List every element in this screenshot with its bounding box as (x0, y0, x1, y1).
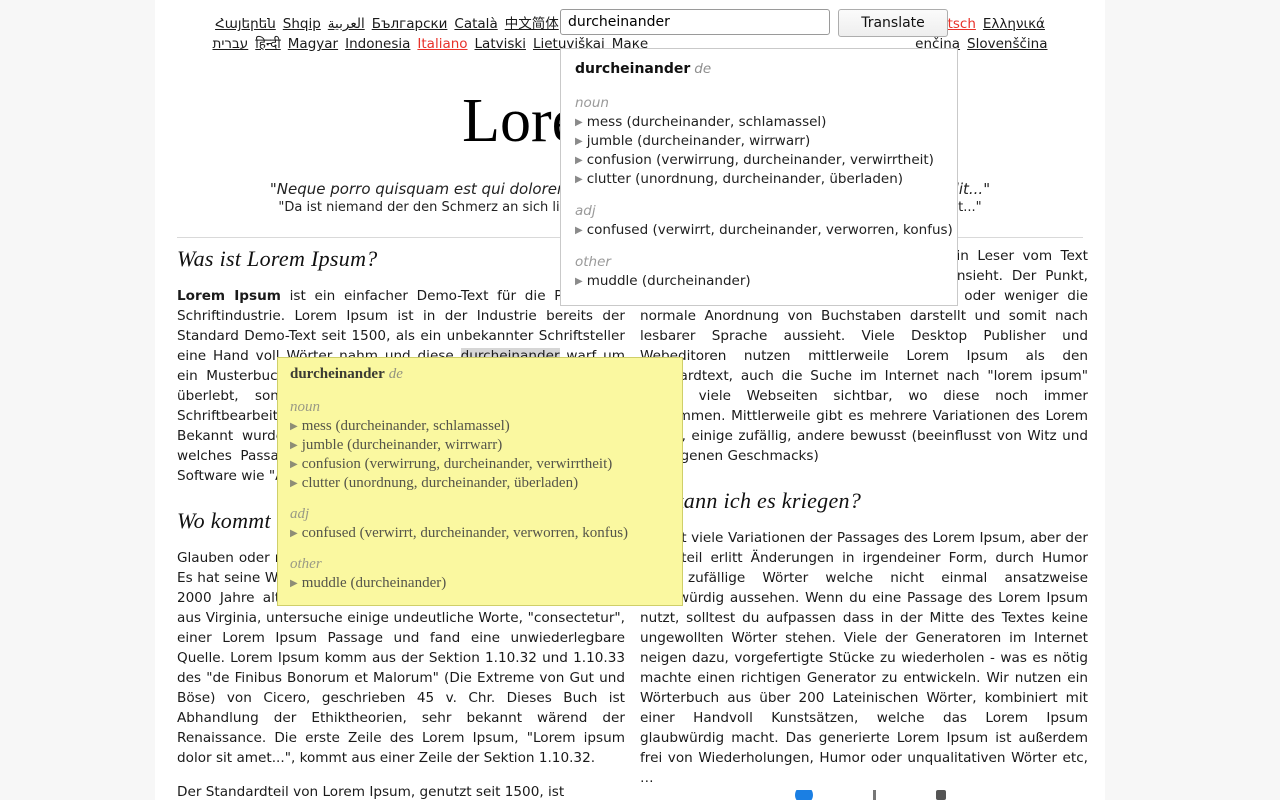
heading-was-ist-lorem-ipsum: Was ist Lorem Ipsum? (177, 246, 378, 271)
part-of-speech-label: noun (290, 399, 320, 415)
language-link-[interactable]: עברית (212, 36, 248, 52)
bar-grey-icon (873, 790, 876, 800)
translation-groups: noun ▶ mess (durcheinander, schlamassel) ▶ j… (575, 95, 953, 291)
lead-bold: Lorem Ipsum (177, 288, 281, 304)
translation-item[interactable]: ▶ confusion (verwirrung, durcheinander, v… (575, 151, 943, 170)
expand-triangle-icon: ▶ (575, 117, 583, 128)
translation-language-code: de (694, 61, 712, 77)
part-of-speech-label: other (575, 254, 611, 270)
paragraph-standard-cut: Der Standardteil von Lorem Ipsum, genutz… (177, 784, 565, 800)
expand-triangle-icon: ▶ (575, 155, 583, 166)
language-link-[interactable]: Български (372, 16, 448, 32)
language-link-[interactable]: हिन्दी (255, 36, 281, 52)
translation-item[interactable]: ▶ confusion (verwirrung, durcheinander, v… (290, 455, 670, 474)
tooltip-word: durcheinander (290, 366, 385, 382)
translation-group: other ▶ muddle (durcheinander) (575, 254, 943, 291)
translation-group: other ▶ muddle (durcheinander) (290, 556, 670, 593)
translation-item-text: confused (verwirrt, durcheinander, verwo… (586, 222, 953, 238)
translation-item[interactable]: ▶ confused (verwirrt, durcheinander, verw… (575, 221, 953, 240)
translation-item[interactable]: ▶ mess (durcheinander, schlamassel) (575, 113, 943, 132)
tooltip-language-code: de (388, 366, 403, 382)
expand-triangle-icon: ▶ (290, 578, 298, 589)
language-link-[interactable]: Հայերեն (215, 16, 276, 32)
translation-group: noun ▶ mess (durcheinander, schlamassel) ▶ j… (575, 95, 943, 189)
translation-item[interactable]: ▶ jumble (durcheinander, wirrwarr) (290, 436, 670, 455)
translation-item-text: clutter (unordnung, durcheinander, überl… (301, 475, 579, 491)
language-link-[interactable]: العربية (328, 16, 365, 32)
expand-triangle-icon: ▶ (290, 440, 298, 451)
translation-group: adj ▶ confused (verwirrt, durcheinander, v… (290, 506, 670, 543)
translation-group: noun ▶ mess (durcheinander, schlamassel) ▶ j… (290, 399, 670, 493)
translation-item-text: mess (durcheinander, schlamassel) (301, 418, 510, 434)
square-grey-icon (936, 790, 946, 800)
language-link-latviski[interactable]: Latviski (475, 36, 526, 52)
translate-toolbar: Translate (560, 9, 960, 37)
expand-triangle-icon: ▶ (290, 528, 298, 539)
paragraph-where-get: Es gibt viele Variationen der Passages d… (640, 530, 1088, 786)
browser-viewport: ՀայերենShqipالعربيةБългарскиCatalà中文简体Hr… (0, 0, 1280, 800)
expand-triangle-icon: ▶ (290, 421, 298, 432)
bottom-icon-strip (795, 790, 1085, 800)
translation-item-text: confused (verwirrt, durcheinander, verwo… (301, 525, 629, 541)
translation-item-text: jumble (durcheinander, wirrwarr) (301, 437, 503, 453)
translation-item-text: muddle (durcheinander) (301, 575, 447, 591)
expand-triangle-icon: ▶ (290, 478, 298, 489)
translation-item[interactable]: ▶ muddle (durcheinander) (575, 272, 943, 291)
language-link-shqip[interactable]: Shqip (283, 16, 321, 32)
translation-item[interactable]: ▶ jumble (durcheinander, wirrwarr) (575, 132, 943, 151)
translation-item-text: jumble (durcheinander, wirrwarr) (586, 133, 811, 149)
translate-button[interactable]: Translate (838, 9, 948, 37)
language-link-italiano[interactable]: Italiano (417, 36, 467, 52)
right-column: Es ist ein lange bekannte Tatsache, dass… (640, 246, 1088, 800)
translation-item[interactable]: ▶ confused (verwirrt, durcheinander, verw… (290, 524, 670, 543)
translation-item-text: clutter (unordnung, durcheinander, überl… (586, 171, 904, 187)
translation-word: durcheinander (575, 61, 691, 77)
translation-item[interactable]: ▶ mess (durcheinander, schlamassel) (290, 417, 670, 436)
search-input[interactable] (560, 9, 830, 35)
part-of-speech-label: other (290, 556, 322, 572)
translation-item[interactable]: ▶ muddle (durcheinander) (290, 574, 670, 593)
translation-header: durcheinander de (575, 61, 943, 77)
translation-item-text: confusion (verwirrung, durcheinander, ve… (586, 152, 934, 168)
translation-item-text: muddle (durcheinander) (586, 273, 751, 289)
translation-results-panel: durcheinander de noun ▶ mess (durcheinander… (560, 48, 958, 306)
translation-item-text: mess (durcheinander, schlamassel) (586, 114, 827, 130)
translation-item[interactable]: ▶ clutter (unordnung, durcheinander, über… (575, 170, 943, 189)
language-link-catal[interactable]: Català (454, 16, 497, 32)
part-of-speech-label: adj (575, 203, 596, 219)
expand-triangle-icon: ▶ (575, 174, 583, 185)
tooltip-header: durcheinander de (290, 366, 670, 383)
part-of-speech-label: noun (575, 95, 609, 111)
circle-blue-icon (795, 790, 813, 800)
language-link-indonesia[interactable]: Indonesia (345, 36, 410, 52)
expand-triangle-icon: ▶ (290, 459, 298, 470)
expand-triangle-icon: ▶ (575, 225, 583, 236)
translation-tooltip-popup: durcheinander de noun ▶ mess (durcheinander… (277, 357, 683, 606)
part-of-speech-label: adj (290, 506, 310, 522)
expand-triangle-icon: ▶ (575, 276, 583, 287)
language-link-[interactable]: 中文简体 (505, 16, 559, 32)
expand-triangle-icon: ▶ (575, 136, 583, 147)
tooltip-groups: noun ▶ mess (durcheinander, schlamassel) ▶ j… (290, 399, 670, 593)
translation-item-text: confusion (verwirrung, durcheinander, ve… (301, 456, 613, 472)
language-link-[interactable]: Ελληνικά (983, 16, 1045, 32)
language-link-magyar[interactable]: Magyar (288, 36, 338, 52)
translation-item[interactable]: ▶ clutter (unordnung, durcheinander, über… (290, 474, 670, 493)
translation-group: adj ▶ confused (verwirrt, durcheinander, v… (575, 203, 953, 240)
heading-wo-kann-ich-es-kriegen: Wo kann ich es kriegen? (640, 488, 862, 513)
language-link-sloven-ina[interactable]: Slovenščina (967, 36, 1047, 52)
